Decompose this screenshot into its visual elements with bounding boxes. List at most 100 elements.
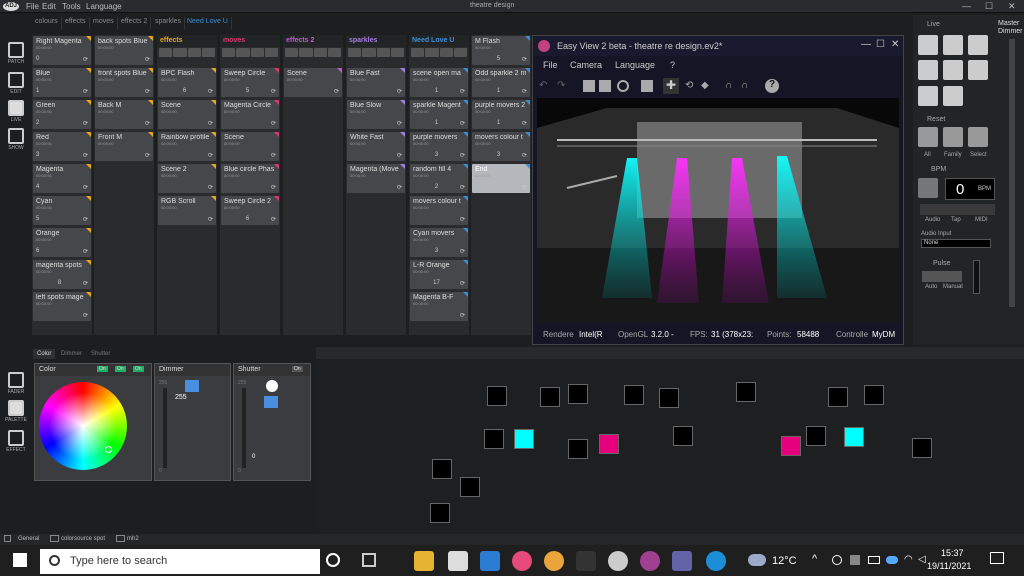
palette-button[interactable]: PALETTE <box>3 400 29 428</box>
scene-column-title[interactable]: moves <box>220 35 280 47</box>
fixture-square[interactable] <box>912 438 932 458</box>
windows-start-icon[interactable] <box>13 553 27 567</box>
scene-cell[interactable]: purple movers 2 00:00:00 1 ⟳ <box>472 100 530 129</box>
shuffle-icon[interactable] <box>943 60 963 80</box>
effect-button[interactable]: EFFECT <box>3 430 29 458</box>
tab-effects[interactable]: effects <box>62 17 90 29</box>
move-icon[interactable]: ✚ <box>663 78 679 94</box>
settings-icon[interactable] <box>617 80 629 92</box>
task-view-icon[interactable] <box>362 553 376 567</box>
tray-app-icon[interactable] <box>832 555 842 565</box>
scene-cell[interactable]: movers colour t 00:00:00 3 ⟳ <box>472 132 530 161</box>
adj-app-icon[interactable] <box>608 551 628 571</box>
scene-cell[interactable]: Sweep Circle 00:00:00 5 ⟳ <box>221 68 279 97</box>
scene-cell[interactable]: Red 00:00:06 3 ⟳ <box>33 132 91 161</box>
diamond-icon[interactable]: ◆ <box>701 80 709 91</box>
fixture-square[interactable] <box>540 387 560 407</box>
scene-cell[interactable]: Cyan 00:00:06 5 ⟳ <box>33 196 91 225</box>
magnet-icon[interactable]: ∩ <box>725 80 732 91</box>
help-app-icon[interactable] <box>706 551 726 571</box>
scene-cell[interactable]: L-R Orange 00:00:00 17 ⟳ <box>410 260 468 289</box>
maximize-icon[interactable]: ☐ <box>985 1 993 12</box>
fixture-square[interactable] <box>432 459 452 479</box>
pause-icon[interactable] <box>439 48 453 57</box>
scene-column-title[interactable]: Need Love U <box>409 35 469 47</box>
scene-cell[interactable]: Magenta Circle 00:00:00 ⟳ <box>221 100 279 129</box>
master-dimmer-slider[interactable] <box>1009 39 1015 307</box>
play-icon[interactable] <box>425 48 439 57</box>
color-toggle-1[interactable]: On <box>97 366 108 372</box>
ev-menu-file[interactable]: File <box>543 60 558 70</box>
tab-need-love-u[interactable]: Need Love U <box>184 17 232 29</box>
tab-moves[interactable]: moves <box>90 17 118 29</box>
scene-cell[interactable]: left spots mage 00:00:00 ⟳ <box>33 292 91 321</box>
footer-tab-mh2[interactable]: mh2 <box>127 536 139 542</box>
volume-icon[interactable]: ◁ <box>918 554 926 565</box>
footer-tab-colorsource[interactable]: colorsource spot <box>61 536 105 542</box>
scene-cell[interactable]: Blue 00:00:05 1 ⟳ <box>33 68 91 97</box>
fixture-square[interactable] <box>487 386 507 406</box>
scene-cell[interactable]: Front M 00:00:00 ⟳ <box>95 132 153 161</box>
fixture-square[interactable] <box>806 426 826 446</box>
reset-all-icon[interactable] <box>918 127 938 147</box>
3d-stage-view[interactable] <box>537 98 899 323</box>
lock-icon[interactable] <box>968 60 988 80</box>
scene-cell[interactable]: movers colour t 00:00:00 ⟳ <box>410 196 468 225</box>
play-icon[interactable] <box>236 48 250 57</box>
scene-cell[interactable]: Blue circle Phas 00:00:00 ⟳ <box>221 164 279 193</box>
fixture-square[interactable] <box>484 429 504 449</box>
fixture-square[interactable] <box>673 426 693 446</box>
help-icon[interactable]: ? <box>765 79 779 93</box>
color-wheel[interactable] <box>39 382 127 470</box>
audio-app-icon[interactable] <box>576 551 596 571</box>
scene-cell[interactable]: BPC Flash 00:00:00 6 ⟳ <box>158 68 216 97</box>
scene-cell[interactable]: Scene 00:00:00 ⟳ <box>284 68 342 97</box>
fixture-square[interactable] <box>460 477 480 497</box>
scene-column-title[interactable]: effects <box>157 35 217 47</box>
wifi-icon[interactable]: ◠ <box>904 554 913 565</box>
next-icon[interactable] <box>453 48 467 57</box>
chrome-icon[interactable] <box>544 551 564 571</box>
reset-family-icon[interactable] <box>943 127 963 147</box>
next-icon[interactable] <box>201 48 215 57</box>
scene-cell[interactable]: sparkle Magent 00:00:00 1 ⟳ <box>410 100 468 129</box>
onedrive-icon[interactable] <box>886 556 898 564</box>
shutter-toggle[interactable]: On <box>292 366 303 372</box>
prev-icon[interactable] <box>285 48 299 57</box>
scene-cell[interactable]: Magenta (Move 00:00:00 ⟳ <box>347 164 405 193</box>
color-picker-handle[interactable] <box>105 446 112 453</box>
tab-dimmer[interactable]: Dimmer <box>57 349 86 359</box>
taskbar-search[interactable]: Type here to search <box>40 549 320 574</box>
scene-cell[interactable]: Orange 00:00:00 6 ⟳ <box>33 228 91 257</box>
cortana-icon[interactable] <box>326 553 340 567</box>
pause-icon[interactable] <box>313 48 327 57</box>
fixture-square[interactable] <box>430 503 450 523</box>
bpm-sync-icon[interactable] <box>918 178 938 198</box>
next-icon[interactable] <box>390 48 404 57</box>
fixture-square[interactable] <box>514 429 534 449</box>
bpm-tap-label[interactable]: Tap <box>951 217 961 223</box>
color-toggle-3[interactable]: On <box>133 366 144 372</box>
fixture-square[interactable] <box>568 384 588 404</box>
edit-button[interactable]: EDIT <box>3 72 29 100</box>
scene-cell[interactable]: Rainbow profile 00:00:00 ⟳ <box>158 132 216 161</box>
audio-input-select[interactable]: None <box>921 239 991 248</box>
close-icon[interactable]: ✕ <box>1008 1 1016 12</box>
battery-icon[interactable] <box>868 556 880 564</box>
fixture-square[interactable] <box>864 385 884 405</box>
teams-icon[interactable] <box>672 551 692 571</box>
scene-cell[interactable]: Scene 00:00:00 ⟳ <box>221 132 279 161</box>
store-icon[interactable] <box>448 551 468 571</box>
weather-icon[interactable] <box>748 554 766 566</box>
fixture-square[interactable] <box>781 436 801 456</box>
ev-minimize-icon[interactable]: — <box>861 39 871 50</box>
prev-icon[interactable] <box>222 48 236 57</box>
prev-icon[interactable] <box>411 48 425 57</box>
pause-icon[interactable] <box>968 35 988 55</box>
play-icon[interactable] <box>362 48 376 57</box>
next-icon[interactable] <box>264 48 278 57</box>
scene-cell[interactable]: Cyan movers 00:00:00 3 ⟳ <box>410 228 468 257</box>
clock-date[interactable]: 19/11/2021 <box>927 561 971 571</box>
reset-select-icon[interactable] <box>968 127 988 147</box>
play-icon[interactable] <box>943 35 963 55</box>
